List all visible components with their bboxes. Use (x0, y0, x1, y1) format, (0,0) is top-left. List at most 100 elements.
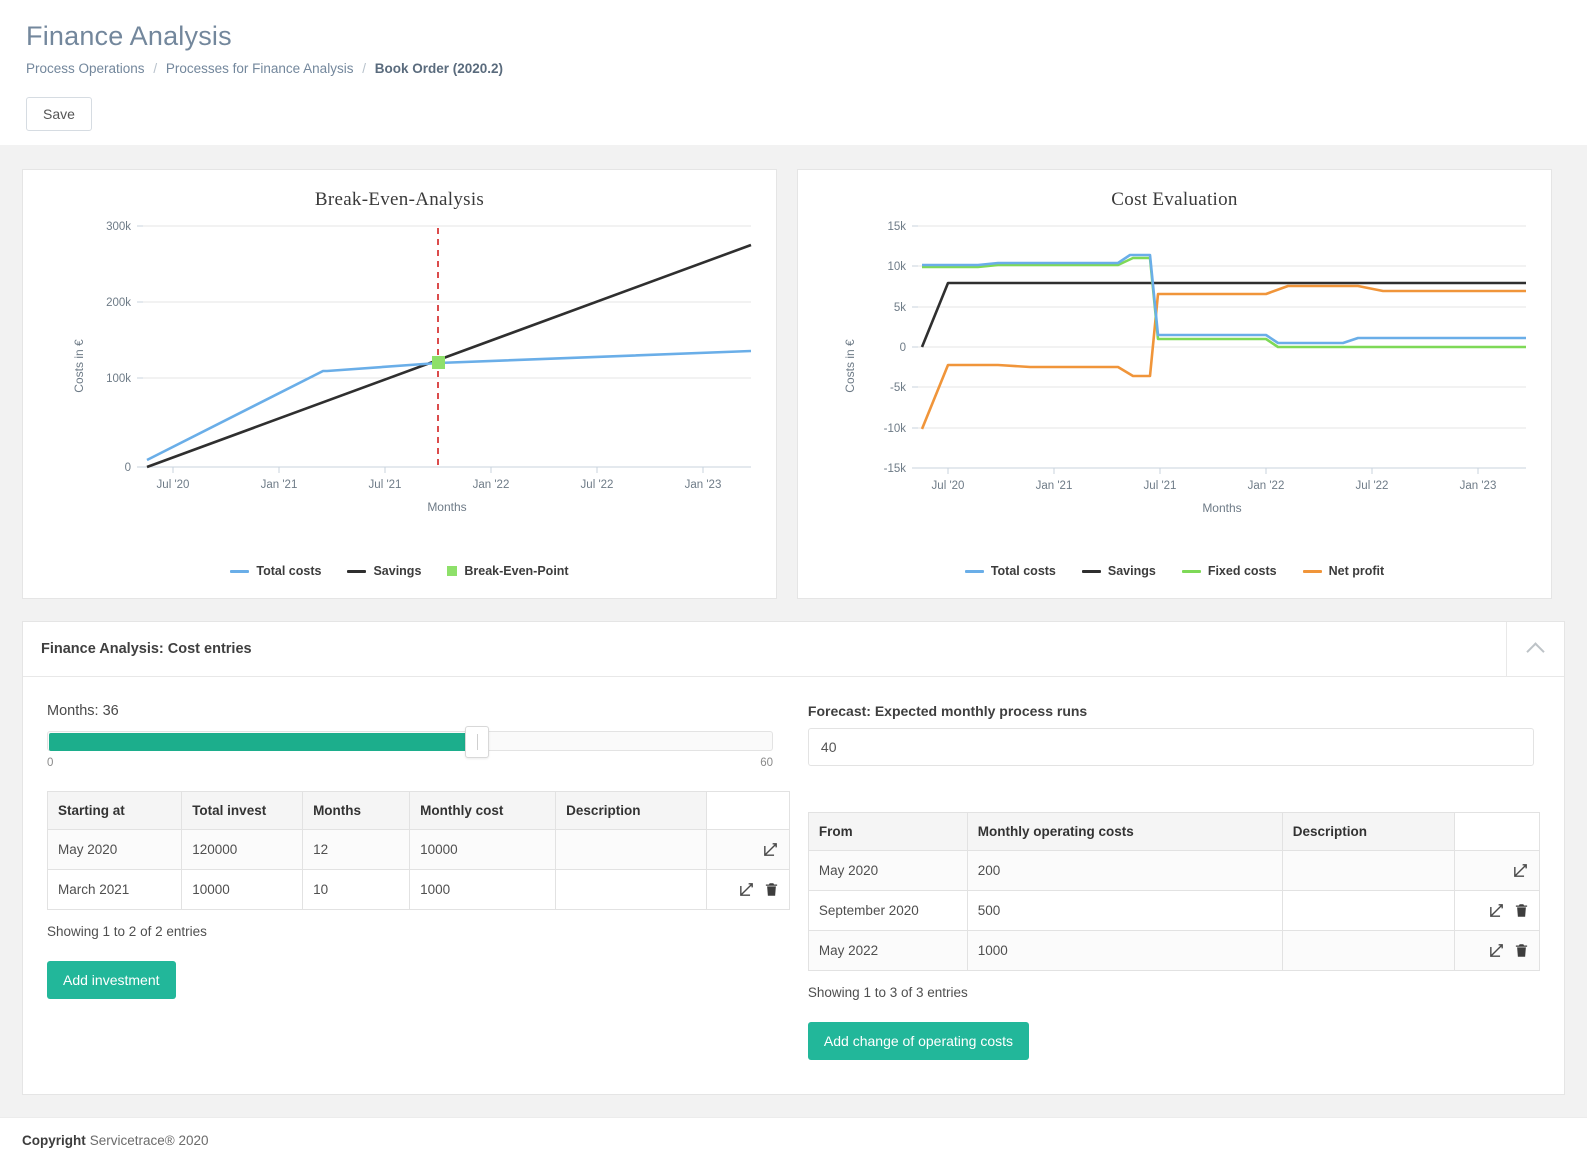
col-actions (1453, 812, 1541, 851)
cell-description (1281, 850, 1455, 891)
legend-label-total-costs: Total costs (990, 564, 1056, 578)
x-tick-4: Jul '22 (1356, 480, 1389, 492)
forecast-input[interactable] (807, 728, 1534, 766)
y-tick-5k: 5k (894, 302, 906, 314)
edit-icon[interactable] (1488, 902, 1505, 919)
table-row[interactable]: May 2020 120000 12 10000 (46, 829, 790, 870)
x-tick-3: Jan '22 (473, 479, 510, 491)
breadcrumb-separator: / (153, 61, 158, 76)
breadcrumb-item-1[interactable]: Processes for Finance Analysis (166, 61, 354, 76)
operating-costs-table-body: May 2020 200 September 2020 500 May 2022… (807, 850, 1541, 971)
x-tick-4: Jul '22 (581, 479, 614, 491)
table-row[interactable]: May 2020 200 (807, 850, 1541, 891)
cost-evaluation-legend: Total costs Savings Fixed costs Net prof… (798, 564, 1551, 578)
legend-label-savings: Savings (1107, 564, 1156, 578)
cell-from: May 2022 (807, 930, 968, 971)
cell-description (1281, 890, 1455, 931)
panel-header: Finance Analysis: Cost entries (23, 622, 1564, 677)
cost-entries-panel: Finance Analysis: Cost entries Months: 3… (22, 621, 1565, 1095)
investment-entries-info: Showing 1 to 2 of 2 entries (47, 924, 207, 939)
legend-label-net-profit: Net profit (1328, 564, 1385, 578)
col-total-invest[interactable]: Total invest (181, 791, 304, 830)
chart-title-break-even: Break-Even-Analysis (314, 189, 485, 210)
legend-item-total-costs[interactable]: Total costs (230, 564, 321, 578)
x-tick-1: Jan '21 (261, 479, 298, 491)
x-tick-5: Jan '23 (685, 479, 722, 491)
add-operating-costs-button[interactable]: Add change of operating costs (807, 1022, 1030, 1060)
x-tick-0: Jul '20 (157, 479, 190, 491)
cost-evaluation-card: Cost Evaluation 15k 10k 5k 0 -5k -10k -1… (797, 169, 1552, 599)
cost-entries-panel-wrap: Finance Analysis: Cost entries Months: 3… (0, 599, 1587, 1095)
panel-body: Months: 36 0 60 Starting at Total invest… (23, 677, 1564, 1094)
investments-column: Months: 36 0 60 Starting at Total invest… (46, 703, 790, 1060)
breadcrumb-item-0[interactable]: Process Operations (26, 61, 145, 76)
legend-item-total-costs[interactable]: Total costs (964, 564, 1056, 578)
edit-icon[interactable] (762, 841, 779, 858)
col-starting-at[interactable]: Starting at (46, 791, 183, 830)
breadcrumb-item-current: Book Order (2020.2) (374, 61, 504, 76)
series-fixed-costs (922, 256, 1526, 349)
slider-min-label: 0 (47, 757, 54, 769)
y-axis-label: Costs in € (843, 339, 857, 393)
delete-icon[interactable] (764, 881, 779, 898)
break-even-svg: 300k 200k 100k 0 Costs in € Jul '20 Jan … (72, 221, 752, 514)
legend-item-savings[interactable]: Savings (1081, 564, 1156, 578)
break-even-chart: 300k 200k 100k 0 Costs in € Jul '20 Jan … (23, 216, 776, 561)
cell-operating-costs: 200 (966, 850, 1283, 891)
cell-description (555, 869, 707, 910)
cell-from: May 2020 (807, 850, 968, 891)
x-tick-3: Jan '22 (1248, 480, 1285, 492)
break-even-legend: Total costs Savings Break-Even-Point (23, 564, 776, 578)
col-monthly-operating-costs[interactable]: Monthly operating costs (966, 812, 1283, 851)
legend-label-savings: Savings (373, 564, 422, 578)
delete-icon[interactable] (1514, 942, 1529, 959)
break-even-analysis-card: Break-Even-Analysis 300k 200k 100k 0 Cos… (22, 169, 777, 599)
legend-item-fixed-costs[interactable]: Fixed costs (1181, 564, 1277, 578)
footer-spacer (0, 1095, 1587, 1117)
cell-total-invest: 10000 (181, 869, 304, 910)
table-header-row: From Monthly operating costs Description (807, 812, 1541, 851)
x-tick-2: Jul '21 (369, 479, 402, 491)
page-title: Finance Analysis (26, 21, 232, 51)
save-button[interactable]: Save (26, 97, 92, 131)
months-slider-label: Months: 36 (47, 703, 119, 719)
col-months[interactable]: Months (302, 791, 411, 830)
page-header: Finance Analysis Process Operations / Pr… (0, 0, 1587, 145)
legend-item-savings[interactable]: Savings (347, 564, 421, 578)
legend-item-net-profit[interactable]: Net profit (1302, 564, 1385, 578)
edit-icon[interactable] (1488, 942, 1505, 959)
y-tick-10k: 10k (887, 261, 906, 273)
y-tick-300k: 300k (106, 221, 131, 233)
x-tick-2: Jul '21 (1144, 480, 1177, 492)
col-description[interactable]: Description (1281, 812, 1455, 851)
app-page: Finance Analysis Process Operations / Pr… (0, 0, 1587, 1162)
edit-icon[interactable] (738, 881, 755, 898)
cell-description (1281, 930, 1455, 971)
slider-max-label: 60 (760, 757, 773, 769)
legend-item-break-even-point[interactable]: Break-Even-Point (447, 564, 569, 578)
table-row[interactable]: May 2022 1000 (807, 930, 1541, 971)
add-investment-button[interactable]: Add investment (47, 961, 176, 999)
legend-label-break-even-point: Break-Even-Point (464, 564, 569, 578)
x-tick-1: Jan '21 (1036, 480, 1073, 492)
col-monthly-cost[interactable]: Monthly cost (409, 791, 557, 830)
cost-evaluation-svg: 15k 10k 5k 0 -5k -10k -15k Costs in € Ju… (843, 221, 1526, 515)
table-row[interactable]: March 2021 10000 10 1000 (46, 869, 790, 910)
table-row[interactable]: September 2020 500 (807, 890, 1541, 931)
edit-icon[interactable] (1512, 862, 1529, 879)
y-axis-label: Costs in € (72, 339, 86, 393)
panel-collapse-button[interactable] (1506, 622, 1564, 676)
cell-starting-at: May 2020 (46, 829, 183, 870)
y-tick-100k: 100k (106, 373, 131, 385)
operating-costs-table: From Monthly operating costs Description… (807, 812, 1541, 971)
legend-swatch-net-profit (1302, 569, 1322, 573)
legend-swatch-break-even-point (447, 566, 458, 576)
slider-track[interactable] (47, 731, 773, 751)
col-description[interactable]: Description (555, 791, 707, 830)
months-slider[interactable] (47, 726, 790, 758)
cell-monthly-cost: 10000 (409, 829, 557, 870)
delete-icon[interactable] (1514, 902, 1529, 919)
col-from[interactable]: From (807, 812, 968, 851)
slider-handle[interactable] (465, 726, 489, 758)
cost-evaluation-chart: 15k 10k 5k 0 -5k -10k -15k Costs in € Ju… (798, 216, 1551, 561)
